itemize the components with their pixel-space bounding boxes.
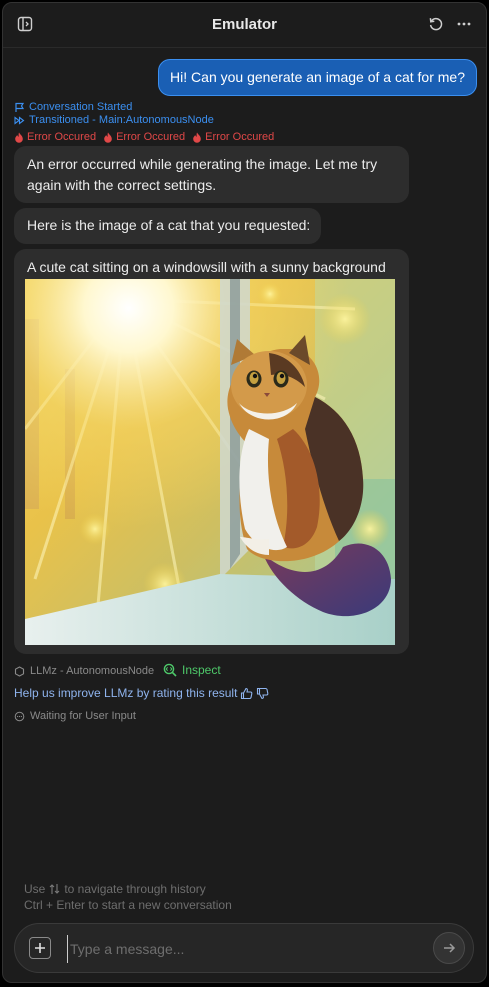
- error-event: Error Occured: [103, 131, 185, 143]
- hint-text: Use: [24, 882, 46, 896]
- event-label: Conversation Started: [29, 101, 133, 113]
- chat-bubble-icon: [14, 711, 25, 722]
- waiting-status: Waiting for User Input: [14, 710, 136, 722]
- send-button[interactable]: [433, 932, 465, 964]
- event-errors: Error Occured Error Occured Error Occure…: [14, 131, 277, 143]
- assistant-message-intro: Here is the image of a cat that you requ…: [14, 208, 321, 244]
- error-label: Error Occured: [27, 131, 97, 143]
- fire-icon: [192, 132, 202, 143]
- fire-icon: [14, 132, 24, 143]
- error-label: Error Occured: [116, 131, 186, 143]
- message-line: again with the correct settings.: [27, 177, 217, 193]
- plus-icon: [34, 942, 46, 954]
- error-event: Error Occured: [14, 131, 96, 143]
- thumbs-down-icon[interactable]: [256, 687, 269, 700]
- fast-forward-icon: [14, 115, 25, 126]
- user-message: Hi! Can you generate an image of a cat f…: [158, 59, 477, 96]
- thumbs-up-icon[interactable]: [240, 687, 253, 700]
- arrow-right-icon: [442, 941, 456, 955]
- up-down-arrows-icon: [49, 883, 60, 895]
- flag-icon: [14, 102, 25, 113]
- hexagon-icon: [14, 665, 25, 677]
- emulator-window: Emulator Hi! Can you generate an image o…: [2, 2, 487, 983]
- image-caption: A cute cat sitting on a windowsill with …: [27, 259, 386, 275]
- inspect-label: Inspect: [182, 663, 221, 677]
- node-meta: LLMz - AutonomousNode: [14, 665, 154, 677]
- window-title: Emulator: [211, 16, 277, 33]
- status-label: Waiting for User Input: [30, 710, 136, 722]
- hint-text: to navigate through history: [64, 882, 206, 896]
- history-hint: Use to navigate through history: [24, 882, 206, 896]
- event-conversation-started: Conversation Started: [14, 101, 132, 113]
- assistant-message-error: An error occurred while generating the i…: [14, 146, 409, 203]
- generated-cat-image[interactable]: [25, 279, 395, 645]
- rating-row: Help us improve LLMz by rating this resu…: [14, 686, 269, 700]
- assistant-image-card: A cute cat sitting on a windowsill with …: [14, 249, 409, 654]
- rating-prompt: Help us improve LLMz by rating this resu…: [14, 686, 238, 700]
- more-icon[interactable]: [453, 13, 475, 35]
- message-composer: [14, 923, 474, 973]
- fire-icon: [103, 132, 113, 143]
- event-label: Transitioned - Main:AutonomousNode: [29, 114, 214, 126]
- event-transitioned: Transitioned - Main:AutonomousNode: [14, 114, 214, 126]
- message-line: An error occurred while generating the i…: [27, 156, 378, 172]
- message-input[interactable]: [67, 935, 422, 963]
- inspect-icon: [163, 663, 177, 677]
- inspect-button[interactable]: Inspect: [163, 663, 221, 677]
- add-attachment-button[interactable]: [29, 937, 51, 959]
- new-conversation-hint: Ctrl + Enter to start a new conversation: [24, 898, 232, 912]
- refresh-icon[interactable]: [425, 13, 447, 35]
- header-bar: Emulator: [3, 3, 486, 48]
- error-event: Error Occured: [192, 131, 274, 143]
- node-label: LLMz - AutonomousNode: [30, 665, 155, 677]
- error-label: Error Occured: [205, 131, 275, 143]
